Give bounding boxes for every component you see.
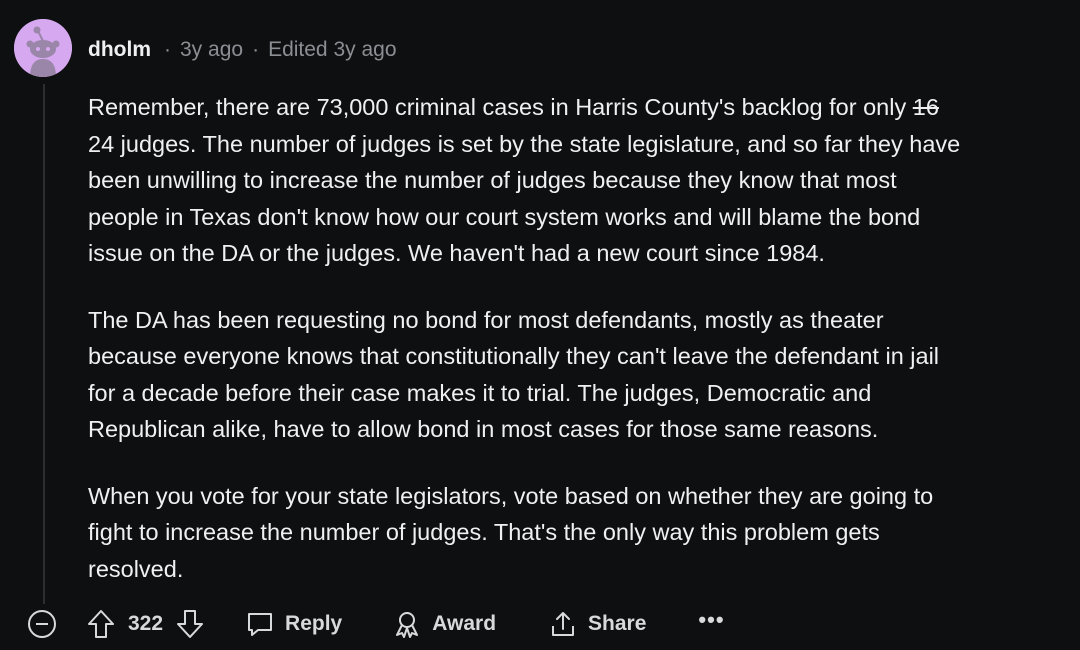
comment-line: for a decade before their case makes it …: [88, 379, 872, 406]
username-link[interactable]: dholm: [88, 38, 151, 62]
separator-dot: ·: [164, 38, 171, 61]
speech-bubble-icon[interactable]: [245, 609, 275, 639]
comment-line: issue on the DA or the judges. We haven'…: [88, 240, 825, 266]
comment-line: When you vote for your state legislators…: [88, 482, 934, 509]
collapse-thread-icon[interactable]: [26, 608, 58, 640]
comment-paragraph: Remember, there are 73,000 criminal case…: [88, 89, 1080, 272]
comment-line: fight to increase the number of judges. …: [88, 519, 880, 545]
comment-paragraph: The DA has been requesting no bond for m…: [88, 302, 1080, 448]
struck-text: 16: [912, 94, 939, 120]
comment-line: The DA has been requesting no bond for m…: [88, 306, 884, 333]
snoo-avatar-icon: [14, 19, 72, 77]
comment-paragraph: When you vote for your state legislators…: [88, 478, 1080, 588]
more-options-icon[interactable]: •••: [698, 607, 724, 633]
comment-line: because everyone knows that constitution…: [88, 343, 940, 369]
avatar[interactable]: [14, 19, 72, 77]
comment-meta: dholm · 3y ago · Edited 3y ago: [88, 36, 397, 64]
comment-age: 3y ago: [180, 38, 244, 61]
downvote-arrow-icon[interactable]: [175, 608, 205, 640]
comment-body: Remember, there are 73,000 criminal case…: [88, 89, 1080, 617]
comment-line: 24 judges. The number of judges is set b…: [88, 130, 961, 157]
award-ribbon-icon[interactable]: [392, 609, 422, 639]
vote-score: 322: [128, 612, 164, 635]
share-button[interactable]: Share: [588, 612, 646, 636]
reply-button[interactable]: Reply: [285, 612, 342, 636]
share-upload-icon[interactable]: [548, 609, 578, 639]
comment-line: people in Texas don't know how our court…: [88, 203, 921, 230]
edited-label: Edited 3y ago: [268, 38, 397, 61]
comment-action-bar: 322 Reply Award Share •••: [26, 604, 725, 644]
comment-line: resolved.: [88, 555, 184, 582]
comment-line: Republican alike, have to allow bond in …: [88, 416, 879, 442]
comment-line: been unwilling to increase the number of…: [88, 167, 897, 193]
award-button[interactable]: Award: [432, 612, 496, 636]
thread-line: [43, 84, 45, 604]
upvote-arrow-icon[interactable]: [86, 608, 116, 640]
separator-dot: ·: [252, 38, 260, 61]
comment-line: Remember, there are 73,000 criminal case…: [88, 94, 913, 120]
